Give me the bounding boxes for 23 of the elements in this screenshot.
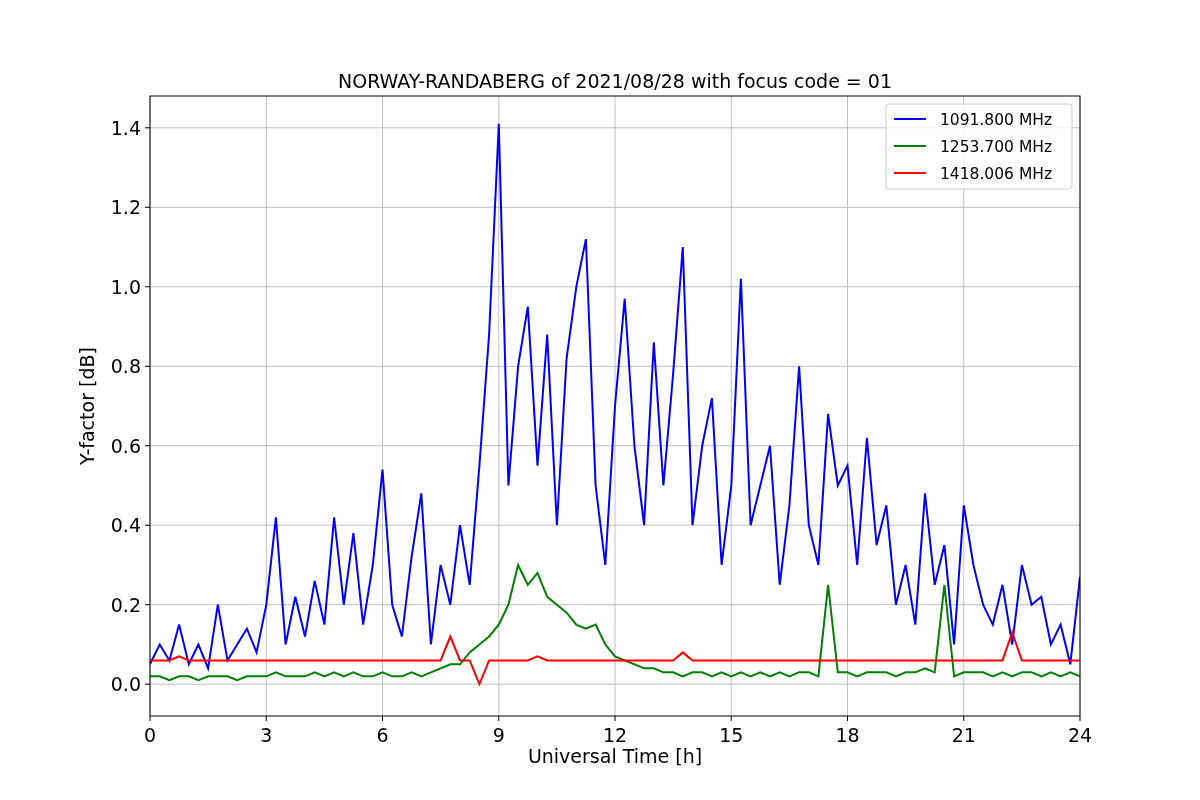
tick-label: 3 [260,724,273,746]
y-axis-label: Y-factor [dB] [76,347,98,465]
x-axis-label: Universal Time [h] [527,745,703,767]
tick-label: 1.4 [110,116,141,139]
legend-entry: 1253.700 MHz [940,138,1053,156]
tick-label: 0.4 [110,514,141,537]
tick-label: 0 [143,724,157,746]
tick-label: 12 [602,724,628,746]
chart-title: NORWAY-RANDABERG of 2021/08/28 with focus code = 01 [338,70,892,92]
legend-entry: 1091.800 MHz [940,111,1053,129]
tick-label: 15 [719,724,744,746]
tick-label: 24 [1067,724,1093,746]
tick-label: 0.0 [110,673,141,696]
tick-label: 6 [376,724,389,746]
tick-label: 0.2 [110,593,141,616]
tick-label: 1.2 [110,196,141,219]
tick-label: 21 [951,724,976,746]
tick-label: 1.0 [110,275,141,298]
tick-label: 0.6 [110,434,141,457]
tick-label: 9 [492,724,505,746]
tick-label: 18 [835,724,860,746]
legend-entry: 1418.006 MHz [940,165,1053,183]
tick-label: 0.8 [110,355,141,378]
